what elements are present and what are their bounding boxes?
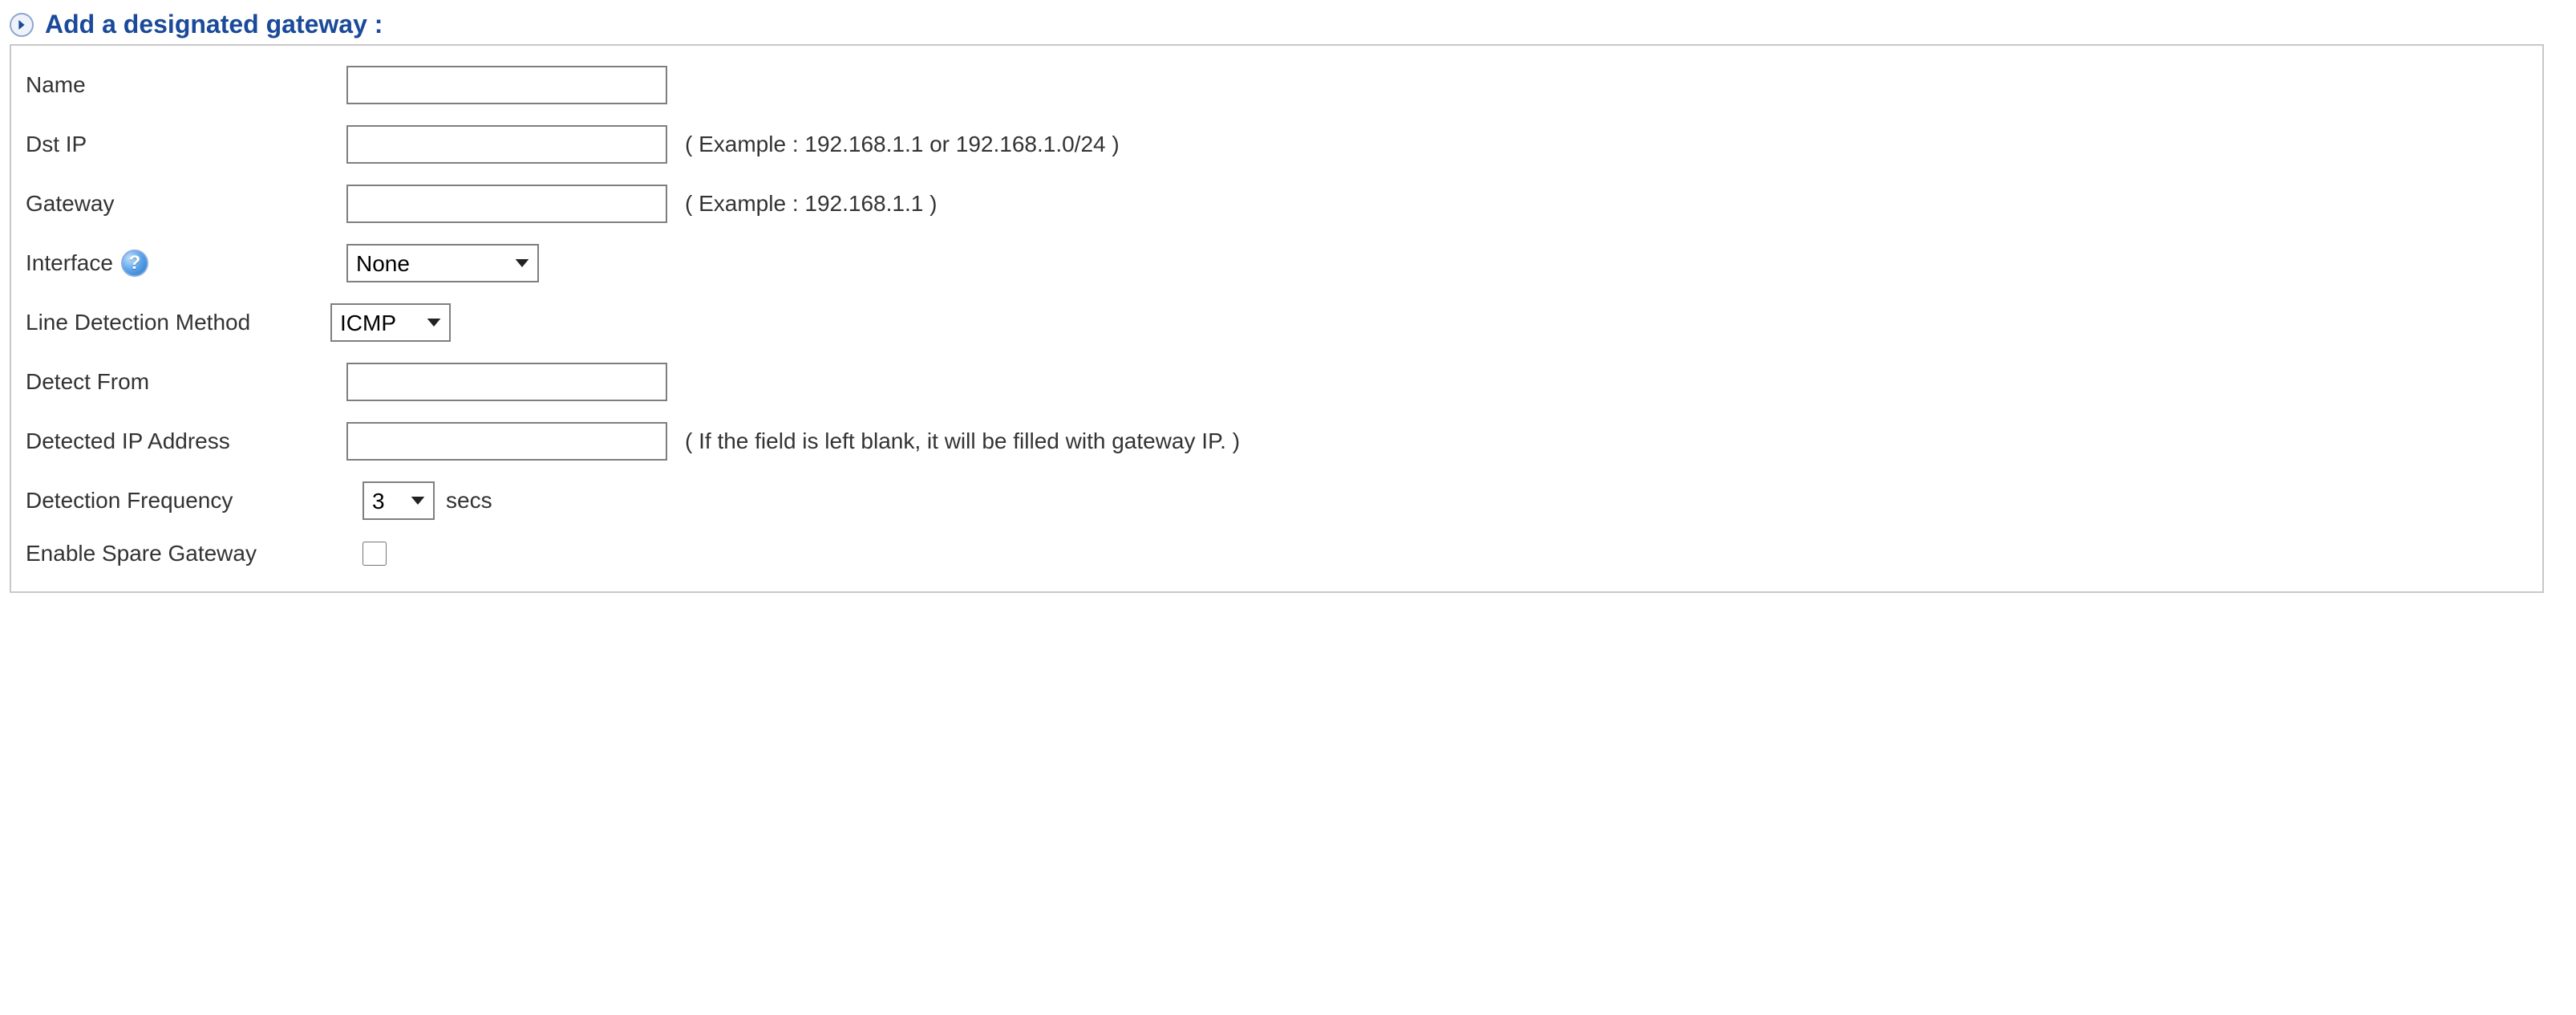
- interface-select[interactable]: None: [346, 244, 539, 282]
- row-detected-ip: Detected IP Address ( If the field is le…: [26, 412, 2528, 471]
- label-line-detection: Line Detection Method: [26, 310, 346, 335]
- gateway-hint: ( Example : 192.168.1.1 ): [685, 191, 937, 217]
- detection-freq-unit: secs: [446, 488, 492, 514]
- gateway-form-panel: Name Dst IP ( Example : 192.168.1.1 or 1…: [10, 44, 2544, 593]
- label-detected-ip: Detected IP Address: [26, 428, 346, 454]
- section-title: Add a designated gateway :: [45, 10, 383, 39]
- label-gateway: Gateway: [26, 191, 346, 217]
- row-name: Name: [26, 55, 2528, 115]
- label-dstip: Dst IP: [26, 132, 346, 157]
- enable-spare-checkbox[interactable]: [363, 542, 387, 566]
- section-header: Add a designated gateway :: [10, 10, 2566, 39]
- detected-ip-hint: ( If the field is left blank, it will be…: [685, 428, 1240, 454]
- name-input[interactable]: [346, 66, 667, 104]
- row-interface: Interface ? None: [26, 233, 2528, 293]
- label-enable-spare: Enable Spare Gateway: [26, 541, 346, 566]
- label-detect-from: Detect From: [26, 369, 346, 395]
- label-detection-freq: Detection Frequency: [26, 488, 346, 514]
- label-interface: Interface ?: [26, 250, 346, 277]
- row-line-detection: Line Detection Method ICMP: [26, 293, 2528, 352]
- help-icon[interactable]: ?: [121, 250, 148, 277]
- row-detect-from: Detect From: [26, 352, 2528, 412]
- gateway-input[interactable]: [346, 185, 667, 223]
- line-detection-select[interactable]: ICMP: [330, 303, 451, 342]
- row-enable-spare: Enable Spare Gateway: [26, 530, 2528, 577]
- row-gateway: Gateway ( Example : 192.168.1.1 ): [26, 174, 2528, 233]
- dstip-input[interactable]: [346, 125, 667, 164]
- label-interface-text: Interface: [26, 250, 113, 276]
- row-dstip: Dst IP ( Example : 192.168.1.1 or 192.16…: [26, 115, 2528, 174]
- row-detection-freq: Detection Frequency 3 secs: [26, 471, 2528, 530]
- chevron-right-icon[interactable]: [10, 13, 34, 37]
- detection-freq-select[interactable]: 3: [363, 481, 435, 520]
- detected-ip-input[interactable]: [346, 422, 667, 461]
- label-name: Name: [26, 72, 346, 98]
- dstip-hint: ( Example : 192.168.1.1 or 192.168.1.0/2…: [685, 132, 1120, 157]
- detect-from-input[interactable]: [346, 363, 667, 401]
